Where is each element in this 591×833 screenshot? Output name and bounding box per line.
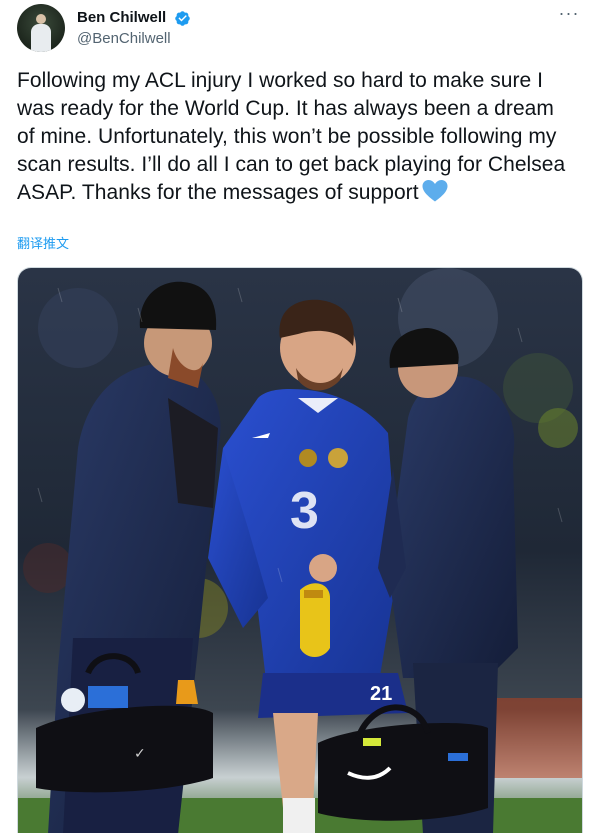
translate-tweet-link[interactable]: 翻译推文 <box>17 237 69 253</box>
verified-badge-icon <box>174 10 190 26</box>
svg-text:✓: ✓ <box>134 746 146 762</box>
tweet-text: Following my ACL injury I worked so hard… <box>17 67 577 207</box>
photo-illustration: 3 21 ✓ <box>18 268 582 833</box>
tweet-photo[interactable]: 3 21 ✓ <box>17 267 583 833</box>
svg-text:3: 3 <box>290 482 319 540</box>
avatar[interactable] <box>17 4 65 52</box>
blue-heart-icon <box>422 180 448 202</box>
handle[interactable]: @BenChilwell <box>77 29 191 49</box>
tweet-header: Ben Chilwell @BenChilwell ··· <box>17 4 583 54</box>
more-options-icon[interactable]: ··· <box>557 4 581 26</box>
tweet-body: Following my ACL injury I worked so hard… <box>17 69 566 204</box>
avatar-body-shape <box>31 24 51 52</box>
avatar-head-shape <box>36 14 46 24</box>
shirt-number: 21 <box>370 683 392 705</box>
display-name[interactable]: Ben Chilwell <box>77 8 166 28</box>
author-info[interactable]: Ben Chilwell @BenChilwell <box>77 8 191 49</box>
